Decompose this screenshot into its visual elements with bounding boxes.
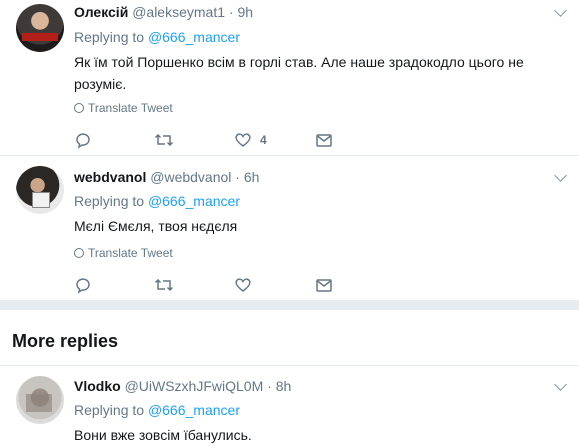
- tweet-time[interactable]: 8h: [276, 378, 292, 394]
- envelope-icon: [316, 134, 332, 147]
- retweet-icon: [154, 133, 174, 147]
- direct-message-button[interactable]: [315, 130, 333, 150]
- retweet-button[interactable]: [154, 130, 174, 150]
- globe-icon: [74, 103, 84, 113]
- retweet-button[interactable]: [154, 275, 174, 295]
- replying-to: Replying to @666_mancer: [74, 28, 240, 46]
- translate-label: Translate Tweet: [88, 101, 173, 115]
- more-replies-section: More replies: [0, 310, 579, 366]
- tweet-text: Мєлі Ємєля, твоя нєдєля: [74, 218, 238, 234]
- user-name[interactable]: Vlodko: [74, 378, 121, 394]
- user-handle[interactable]: @webdvanol: [150, 169, 231, 185]
- separator-dot: ·: [235, 169, 240, 185]
- tweet-actions: [74, 275, 374, 295]
- avatar[interactable]: [16, 376, 64, 424]
- replying-mention[interactable]: @666_mancer: [148, 29, 240, 45]
- translate-tweet-link[interactable]: Translate Tweet: [74, 100, 173, 116]
- envelope-icon: [316, 279, 332, 292]
- tweet-actions: 4: [74, 130, 374, 150]
- replying-prefix: Replying to: [74, 402, 148, 418]
- user-name[interactable]: webdvanol: [74, 169, 146, 185]
- replying-prefix: Replying to: [74, 29, 148, 45]
- replying-to: Replying to @666_mancer: [74, 192, 240, 210]
- heart-icon: [235, 278, 251, 292]
- reply-button[interactable]: [74, 275, 92, 295]
- like-count: 4: [260, 133, 267, 147]
- translate-tweet-link[interactable]: Translate Tweet: [74, 245, 173, 261]
- tweet-header: Олексій @alekseymat1 · 9h: [74, 3, 253, 21]
- avatar[interactable]: [16, 166, 64, 214]
- tweet-text: Вони вже зовсім їбанулись.: [74, 427, 252, 443]
- replying-mention[interactable]: @666_mancer: [148, 193, 240, 209]
- tweet-time[interactable]: 6h: [244, 169, 260, 185]
- direct-message-button[interactable]: [315, 275, 333, 295]
- like-button[interactable]: 4: [234, 130, 267, 150]
- replying-mention[interactable]: @666_mancer: [148, 402, 240, 418]
- tweet-header: webdvanol @webdvanol · 6h: [74, 168, 259, 186]
- user-name[interactable]: Олексій: [74, 4, 128, 20]
- tweet-time[interactable]: 9h: [237, 4, 253, 20]
- section-divider: [0, 300, 579, 310]
- avatar[interactable]: [16, 4, 64, 52]
- tweet-text: Як їм той Порше­нко всім в горлі став. А…: [74, 54, 524, 92]
- reply-button[interactable]: [74, 130, 92, 150]
- separator-dot: ·: [228, 4, 234, 20]
- translate-label: Translate Tweet: [88, 246, 173, 260]
- globe-icon: [74, 248, 84, 258]
- separator-dot: ·: [267, 378, 272, 394]
- user-handle[interactable]: @UiWSzxhJFwiQL0M: [125, 378, 264, 394]
- reply-icon: [76, 133, 90, 149]
- chevron-down-icon[interactable]: [554, 4, 567, 17]
- tweet[interactable]: Олексій @alekseymat1 · 9h Replying to @6…: [0, 0, 579, 156]
- reply-icon: [76, 278, 90, 294]
- replying-prefix: Replying to: [74, 193, 148, 209]
- heart-icon: [235, 133, 251, 147]
- tweet-header: Vlodko @UiWSzxhJFwiQL0M · 8h: [74, 377, 291, 395]
- like-button[interactable]: [234, 275, 260, 295]
- replying-to: Replying to @666_mancer: [74, 401, 240, 419]
- retweet-icon: [154, 278, 174, 292]
- user-handle[interactable]: @alekseymat1: [132, 4, 225, 20]
- more-replies-heading: More replies: [12, 331, 119, 351]
